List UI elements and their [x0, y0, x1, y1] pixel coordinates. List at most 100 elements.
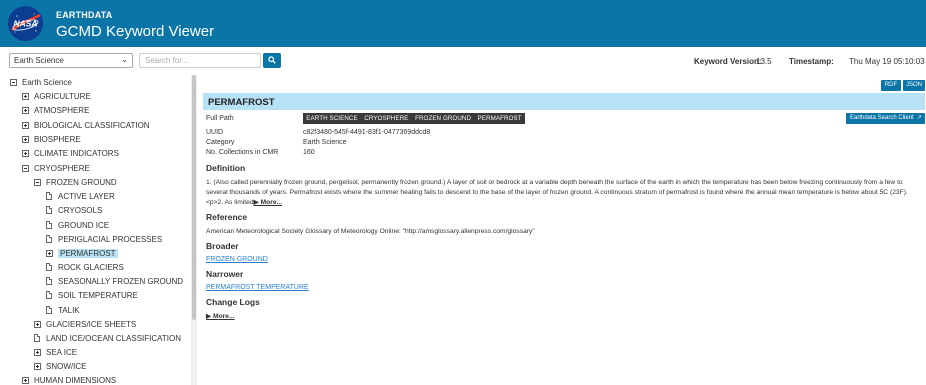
collapse-icon[interactable] — [10, 78, 17, 86]
rdf-button[interactable]: RDF — [881, 80, 901, 91]
json-button[interactable]: JSON — [903, 80, 925, 91]
breadcrumb-item[interactable]: CRYOSPHERE — [361, 115, 412, 122]
tree-item[interactable]: BIOLOGICAL CLASSIFICATION — [22, 118, 150, 132]
expand-icon[interactable] — [22, 92, 29, 100]
external-link-icon: ↗ — [916, 115, 922, 121]
nasa-logo-text: NASA — [13, 19, 37, 29]
tree-item-label: CRYOSOLS — [58, 205, 103, 215]
app-header: NASA EARTHDATA GCMD Keyword Viewer — [0, 0, 926, 47]
tree-item-label: SOIL TEMPERATURE — [58, 290, 138, 300]
tree-item[interactable]: ROCK GLACIERS — [46, 260, 124, 274]
document-icon — [46, 291, 52, 299]
breadcrumb-item[interactable]: FROZEN GROUND — [412, 115, 475, 122]
tree-item[interactable]: CLIMATE INDICATORS — [22, 146, 119, 160]
expand-icon[interactable] — [34, 362, 41, 370]
brand-earthdata[interactable]: EARTHDATA — [56, 10, 112, 20]
tree-item-selected[interactable]: PERMAFROST — [46, 246, 118, 260]
tree-item[interactable]: TALIK — [46, 303, 80, 317]
document-icon — [46, 263, 52, 271]
collapse-icon[interactable] — [34, 178, 41, 186]
collapse-icon[interactable] — [22, 164, 29, 172]
tree-root-earth-science[interactable]: Earth Science — [10, 75, 72, 89]
expand-icon[interactable] — [22, 121, 29, 129]
tree-item-label: CLIMATE INDICATORS — [34, 148, 119, 158]
reference-heading: Reference — [206, 212, 248, 222]
scrollbar-thumb[interactable] — [192, 75, 196, 320]
tree-item-label: SEASONALLY FROZEN GROUND — [58, 276, 184, 286]
tree-item[interactable]: SOIL TEMPERATURE — [46, 288, 138, 302]
collections-value: 160 — [303, 149, 315, 156]
tree-item[interactable]: PERIGLACIAL PROCESSES — [46, 232, 162, 246]
search-button[interactable] — [263, 53, 281, 68]
expand-icon[interactable] — [46, 249, 53, 257]
tree-item[interactable]: GLACIERS/ICE SHEETS — [34, 317, 136, 331]
tree-item[interactable]: SEASONALLY FROZEN GROUND — [46, 274, 183, 288]
keyword-tree: Earth Science AGRICULTURE ATMOSPHERE BIO… — [0, 75, 191, 385]
definition-more-link[interactable]: ▶ More... — [254, 199, 283, 206]
broader-link[interactable]: FROZEN GROUND — [206, 256, 268, 263]
expand-icon[interactable] — [34, 348, 41, 356]
document-icon — [46, 277, 52, 285]
timestamp-label: Timestamp: — [789, 57, 834, 66]
chevron-down-icon: ⌄ — [121, 55, 128, 64]
uuid-value: c82f3480-545f-4491-83f1-0477369ddcd8 — [303, 129, 431, 136]
expand-icon[interactable] — [22, 149, 29, 157]
tree-item-label: BIOLOGICAL CLASSIFICATION — [34, 120, 150, 130]
document-icon — [46, 192, 52, 200]
tree-item[interactable]: AGRICULTURE — [22, 89, 91, 103]
tree-item-label: GLACIERS/ICE SHEETS — [46, 319, 137, 329]
change-logs-heading: Change Logs — [206, 297, 260, 307]
search-icon — [268, 56, 276, 64]
tree-item-label: ATMOSPHERE — [34, 105, 90, 115]
keyword-title: PERMAFROST — [208, 97, 275, 108]
tree-item[interactable]: SNOW/ICE — [34, 359, 86, 373]
narrower-link[interactable]: PERMAFROST TEMPERATURE — [206, 284, 309, 291]
expand-icon[interactable] — [22, 135, 29, 143]
timestamp-value: Thu May 19 05:10:03 EDT 202 — [849, 57, 926, 66]
earthdata-search-client-button[interactable]: Earthdata Search Client ↗ — [846, 113, 925, 124]
document-icon — [46, 306, 52, 314]
tree-item-label: GROUND ICE — [58, 220, 110, 230]
full-path-label: Full Path — [206, 115, 234, 122]
scheme-select-value: Earth Science — [14, 56, 64, 65]
tree-item-label: PERMAFROST — [58, 248, 118, 258]
narrower-heading: Narrower — [206, 269, 244, 279]
collections-label: No. Collections in CMR — [206, 149, 279, 156]
tree-item-label: ROCK GLACIERS — [58, 262, 124, 272]
tree-item[interactable]: LAND ICE/OCEAN CLASSIFICATION — [34, 331, 181, 345]
change-logs-more-link[interactable]: ▶ More... — [206, 312, 235, 322]
app-title[interactable]: GCMD Keyword Viewer — [56, 23, 214, 40]
tree-item[interactable]: SEA ICE — [34, 345, 77, 359]
breadcrumb-item[interactable]: PERMAFROST — [474, 115, 525, 122]
keyword-version-label: Keyword Version: — [694, 57, 762, 66]
full-path-breadcrumb: EARTH SCIENCE CRYOSPHERE FROZEN GROUND P… — [303, 113, 525, 124]
tree-item-label: TALIK — [58, 305, 80, 315]
broader-heading: Broader — [206, 241, 239, 251]
breadcrumb-item[interactable]: EARTH SCIENCE — [303, 115, 361, 122]
tree-item[interactable]: CRYOSPHERE — [22, 161, 90, 175]
nasa-logo[interactable]: NASA — [8, 6, 43, 41]
tree-item-label: FROZEN GROUND — [46, 177, 117, 187]
tree-item[interactable]: ATMOSPHERE — [22, 103, 89, 117]
document-icon — [46, 206, 52, 214]
scheme-select[interactable]: Earth Science ⌄ — [9, 53, 133, 68]
tree-item[interactable]: HUMAN DIMENSIONS — [22, 373, 116, 385]
tree-item[interactable]: FROZEN GROUND — [34, 175, 117, 189]
search-placeholder: Search for... — [145, 56, 189, 65]
document-icon — [34, 334, 40, 342]
reference-text: American Meteorological Society Glossary… — [206, 228, 535, 235]
tree-item[interactable]: BIOSPHERE — [22, 132, 81, 146]
tree-item-label: AGRICULTURE — [34, 91, 91, 101]
expand-icon[interactable] — [34, 320, 41, 328]
tree-item[interactable]: ACTIVE LAYER — [46, 189, 115, 203]
search-input[interactable]: Search for... — [139, 53, 261, 68]
expand-icon[interactable] — [22, 106, 29, 114]
keyword-detail: RDF JSON PERMAFROST Full Path EARTH SCIE… — [201, 75, 926, 385]
tree-item[interactable]: CRYOSOLS — [46, 203, 102, 217]
tree-item[interactable]: GROUND ICE — [46, 218, 109, 232]
tree-item-label: BIOSPHERE — [34, 134, 81, 144]
tree-item-label: HUMAN DIMENSIONS — [34, 375, 117, 385]
expand-icon[interactable] — [22, 376, 29, 384]
tree-item-label: SNOW/ICE — [46, 361, 87, 371]
tree-scrollbar[interactable] — [191, 75, 197, 385]
